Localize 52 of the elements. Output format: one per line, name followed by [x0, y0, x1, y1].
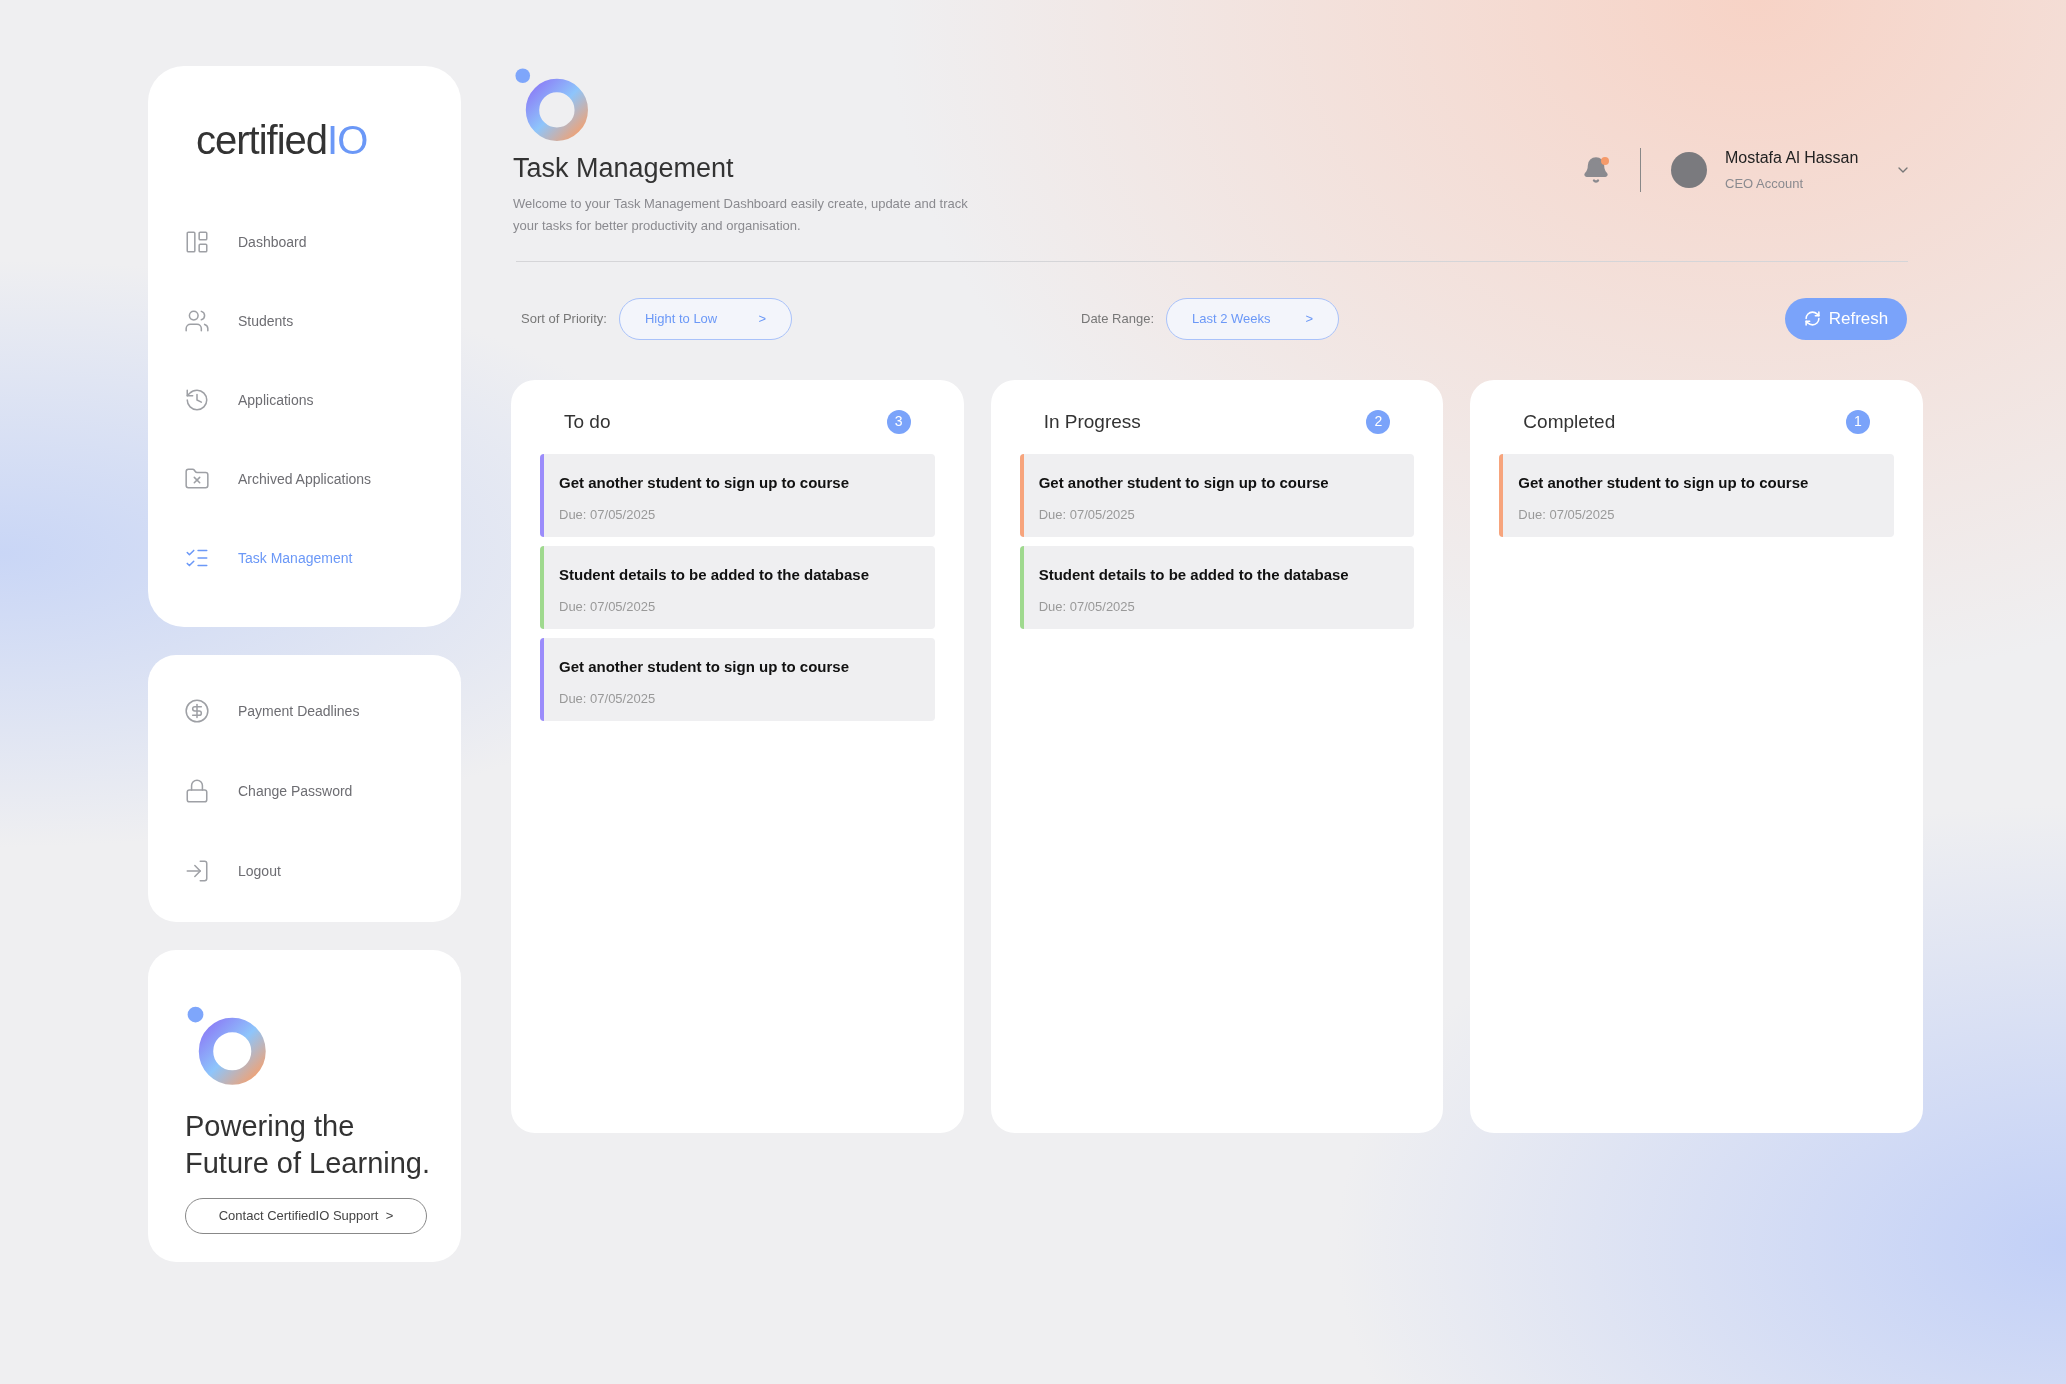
dashboard-icon — [184, 229, 210, 255]
nav-item[interactable]: Change Password — [184, 771, 425, 811]
task-card[interactable]: Get another student to sign up to course Due: 07/05/2025 — [1499, 454, 1894, 537]
filter-label: Sort of Priority: — [521, 309, 607, 328]
task-title: Student details to be added to the database — [559, 565, 870, 585]
user-name: Mostafa Al Hassan — [1725, 148, 1860, 169]
logo-text: certified — [196, 117, 328, 164]
column-title: To do — [564, 409, 611, 434]
refresh-icon — [1803, 310, 1821, 327]
task-due: Due: 07/05/2025 — [1518, 505, 1616, 524]
nav-item[interactable]: Payment Deadlines — [184, 691, 425, 731]
nav-item[interactable]: Students — [184, 301, 425, 341]
count-badge: 3 — [886, 409, 911, 434]
ring-logo-icon — [185, 1004, 269, 1088]
task-title: Get another student to sign up to course — [1038, 473, 1329, 493]
lock-icon — [184, 778, 210, 804]
nav-item[interactable]: Dashboard — [184, 222, 425, 262]
people-icon — [184, 308, 210, 334]
user-role: CEO Account — [1725, 175, 1805, 194]
task-card[interactable]: Student details to be added to the database Due: 07/05/2025 — [540, 546, 935, 629]
logo-accent: IO — [327, 117, 368, 164]
task-title: Student details to be added to the database — [1038, 565, 1349, 585]
nav-item[interactable]: Applications — [184, 380, 425, 420]
page-subtitle: Welcome to your Task Management Dashboard easily create, update and track your tasks for better productivity and organisation. — [513, 194, 969, 235]
ring-logo-icon — [513, 66, 591, 144]
promo-heading: Powering the Future of Learning. — [185, 1109, 432, 1181]
task-card[interactable]: Get another student to sign up to course Due: 07/05/2025 — [1019, 454, 1415, 537]
task-due: Due: 07/05/2025 — [1038, 597, 1136, 616]
nav-item[interactable]: Task Management — [184, 538, 425, 578]
task-title: Get another student to sign up to course — [559, 473, 849, 493]
bell-icon[interactable] — [1582, 156, 1610, 184]
task-due: Due: 07/05/2025 — [559, 597, 657, 616]
avatar — [1671, 152, 1707, 188]
dollar-icon — [184, 698, 210, 724]
count-badge: 2 — [1366, 409, 1391, 434]
nav-item[interactable]: Logout — [184, 851, 425, 891]
column-title: Completed — [1523, 409, 1616, 434]
count-badge: 1 — [1846, 409, 1870, 434]
nav-item[interactable]: Archived Applications — [184, 459, 425, 499]
task-card[interactable]: Student details to be added to the database Due: 07/05/2025 — [1019, 546, 1415, 629]
filter-label: Date Range: — [1081, 309, 1154, 328]
exit-icon — [184, 858, 210, 884]
task-card[interactable]: Get another student to sign up to course Due: 07/05/2025 — [540, 638, 935, 721]
task-due: Due: 07/05/2025 — [559, 689, 657, 708]
task-due: Due: 07/05/2025 — [1038, 505, 1136, 524]
task-title: Get another student to sign up to course — [559, 657, 849, 677]
task-card[interactable]: Get another student to sign up to course Due: 07/05/2025 — [540, 454, 935, 537]
page-title: Task Management — [513, 152, 735, 185]
column-title: In Progress — [1043, 409, 1141, 434]
clock-icon — [184, 387, 210, 413]
task-due: Due: 07/05/2025 — [559, 505, 657, 524]
task-title: Get another student to sign up to course — [1518, 473, 1809, 493]
